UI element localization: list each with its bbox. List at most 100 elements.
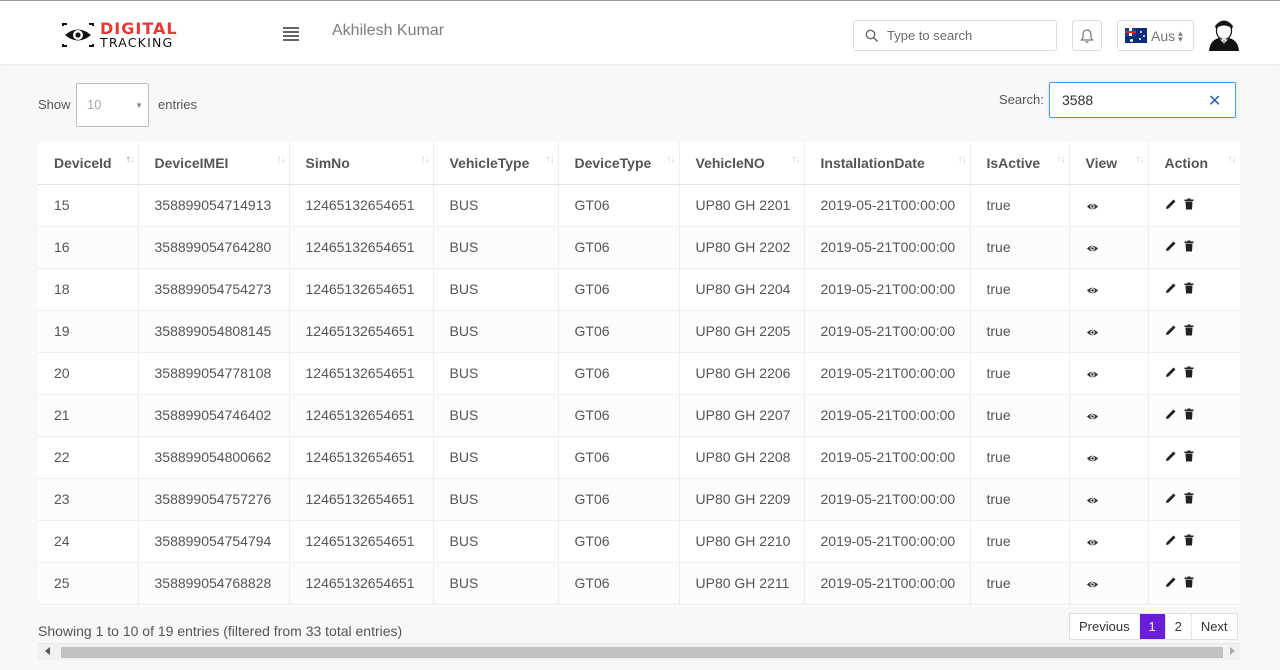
sort-arrows-icon: ↑↓ bbox=[276, 154, 286, 165]
column-header-label: VehicleType bbox=[449, 154, 530, 171]
next-page-button[interactable]: Next bbox=[1192, 614, 1237, 639]
cell-view bbox=[1069, 352, 1149, 395]
trash-icon[interactable] bbox=[1183, 323, 1195, 339]
pencil-icon[interactable] bbox=[1165, 491, 1177, 507]
column-header-label: IsActive bbox=[986, 154, 1041, 171]
cell-deviceid: 25 bbox=[38, 562, 139, 605]
pencil-icon[interactable] bbox=[1165, 281, 1177, 297]
column-header-installationdate[interactable]: InstallationDate ↑↓ bbox=[804, 142, 971, 185]
trash-icon[interactable] bbox=[1183, 449, 1195, 465]
eye-icon[interactable] bbox=[1086, 533, 1099, 549]
eye-icon[interactable] bbox=[1086, 449, 1099, 465]
table-row: 18 358899054754273 12465132654651 BUS GT06 UP… bbox=[38, 268, 1240, 311]
cell-installationdate: 2019-05-21T00:00:00 bbox=[804, 520, 971, 563]
sort-arrows-icon: ↑↓ bbox=[420, 154, 430, 165]
scroll-right-arrow[interactable] bbox=[1230, 647, 1235, 655]
trash-icon[interactable] bbox=[1183, 575, 1195, 591]
cell-view bbox=[1069, 310, 1149, 353]
top-header: DIGITAL TRACKING Akhilesh Kumar Aus ▴▾ bbox=[0, 0, 1280, 64]
sort-arrows-icon: ↑↓ bbox=[125, 154, 135, 165]
cell-vehicletype: BUS bbox=[433, 352, 559, 395]
eye-icon[interactable] bbox=[1086, 323, 1099, 339]
cell-deviceid: 23 bbox=[38, 478, 139, 521]
pencil-icon[interactable] bbox=[1165, 407, 1177, 423]
eye-icon[interactable] bbox=[1086, 239, 1099, 255]
page-button-1[interactable]: 1 bbox=[1139, 614, 1166, 639]
trash-icon[interactable] bbox=[1183, 197, 1195, 213]
cell-vehicleno: UP80 GH 2209 bbox=[679, 478, 805, 521]
cell-devicetype: GT06 bbox=[558, 520, 680, 563]
user-avatar-icon[interactable] bbox=[1208, 17, 1240, 51]
eye-icon[interactable] bbox=[1086, 491, 1099, 507]
cell-vehicleno: UP80 GH 2204 bbox=[679, 268, 805, 311]
australia-flag-icon bbox=[1125, 28, 1147, 43]
cell-deviceid: 20 bbox=[38, 352, 139, 395]
clear-search-icon[interactable]: ✕ bbox=[1208, 91, 1221, 111]
sort-arrows-icon: ↑↓ bbox=[1056, 154, 1066, 165]
pencil-icon[interactable] bbox=[1165, 239, 1177, 255]
column-header-deviceid[interactable]: DeviceId ↑↓ bbox=[38, 142, 139, 185]
trash-icon[interactable] bbox=[1183, 239, 1195, 255]
table-search-input[interactable] bbox=[1062, 92, 1192, 108]
eye-icon[interactable] bbox=[1086, 365, 1099, 381]
trash-icon[interactable] bbox=[1183, 491, 1195, 507]
eye-icon[interactable] bbox=[1086, 575, 1099, 591]
notifications-button[interactable] bbox=[1072, 20, 1102, 51]
trash-icon[interactable] bbox=[1183, 533, 1195, 549]
cell-action bbox=[1148, 478, 1240, 521]
column-header-action[interactable]: Action ↑↓ bbox=[1148, 142, 1240, 185]
horizontal-scrollbar[interactable] bbox=[38, 643, 1240, 660]
trash-icon[interactable] bbox=[1183, 365, 1195, 381]
table-row: 20 358899054778108 12465132654651 BUS GT06 UP… bbox=[38, 352, 1240, 395]
global-search-input[interactable] bbox=[887, 28, 1047, 43]
cell-isactive: true bbox=[970, 352, 1070, 395]
page-length-select[interactable]: 10 ▼ bbox=[76, 83, 149, 127]
brand-line2: TRACKING bbox=[100, 34, 174, 50]
pencil-icon[interactable] bbox=[1165, 323, 1177, 339]
page-length-value: 10 bbox=[87, 97, 102, 112]
cell-view bbox=[1069, 268, 1149, 311]
pencil-icon[interactable] bbox=[1165, 449, 1177, 465]
previous-page-button[interactable]: Previous bbox=[1070, 614, 1140, 639]
show-label: Show bbox=[38, 97, 71, 112]
cell-deviceimei: 358899054764280 bbox=[138, 226, 290, 269]
cell-simno: 12465132654651 bbox=[289, 310, 434, 353]
cell-isactive: true bbox=[970, 184, 1070, 227]
eye-icon[interactable] bbox=[1086, 197, 1099, 213]
column-header-devicetype[interactable]: DeviceType ↑↓ bbox=[558, 142, 680, 185]
user-name: Akhilesh Kumar bbox=[332, 22, 445, 39]
pencil-icon[interactable] bbox=[1165, 365, 1177, 381]
cell-deviceid: 24 bbox=[38, 520, 139, 563]
sort-arrows-icon: ↑↓ bbox=[545, 154, 555, 165]
scroll-left-arrow[interactable] bbox=[45, 647, 50, 655]
table-row: 16 358899054764280 12465132654651 BUS GT06 UP… bbox=[38, 226, 1240, 269]
column-header-view[interactable]: View ↑↓ bbox=[1069, 142, 1149, 185]
scrollbar-thumb[interactable] bbox=[61, 647, 1223, 658]
trash-icon[interactable] bbox=[1183, 281, 1195, 297]
global-search[interactable] bbox=[853, 20, 1057, 51]
cell-view bbox=[1069, 562, 1149, 605]
column-header-simno[interactable]: SimNo ↑↓ bbox=[289, 142, 434, 185]
column-header-isactive[interactable]: IsActive ↑↓ bbox=[970, 142, 1070, 185]
column-header-deviceimei[interactable]: DeviceIMEI ↑↓ bbox=[138, 142, 290, 185]
column-header-vehicletype[interactable]: VehicleType ↑↓ bbox=[433, 142, 559, 185]
trash-icon[interactable] bbox=[1183, 407, 1195, 423]
table-search-box[interactable]: ✕ bbox=[1049, 82, 1236, 118]
cell-action bbox=[1148, 184, 1240, 227]
eye-icon[interactable] bbox=[1086, 407, 1099, 423]
cell-simno: 12465132654651 bbox=[289, 268, 434, 311]
column-header-label: DeviceType bbox=[574, 154, 652, 171]
cell-installationdate: 2019-05-21T00:00:00 bbox=[804, 184, 971, 227]
cell-vehicleno: UP80 GH 2207 bbox=[679, 394, 805, 437]
hamburger-menu-icon[interactable] bbox=[283, 27, 299, 41]
pencil-icon[interactable] bbox=[1165, 533, 1177, 549]
brand-logo[interactable]: DIGITAL TRACKING bbox=[60, 19, 178, 51]
language-select[interactable]: Aus ▴ ▾ bbox=[1117, 20, 1194, 51]
page-button-2[interactable]: 2 bbox=[1166, 614, 1192, 639]
eye-icon[interactable] bbox=[1086, 281, 1099, 297]
cell-isactive: true bbox=[970, 520, 1070, 563]
cell-action bbox=[1148, 226, 1240, 269]
column-header-vehicleno[interactable]: VehicleNO ↑↓ bbox=[679, 142, 805, 185]
pencil-icon[interactable] bbox=[1165, 197, 1177, 213]
pencil-icon[interactable] bbox=[1165, 575, 1177, 591]
